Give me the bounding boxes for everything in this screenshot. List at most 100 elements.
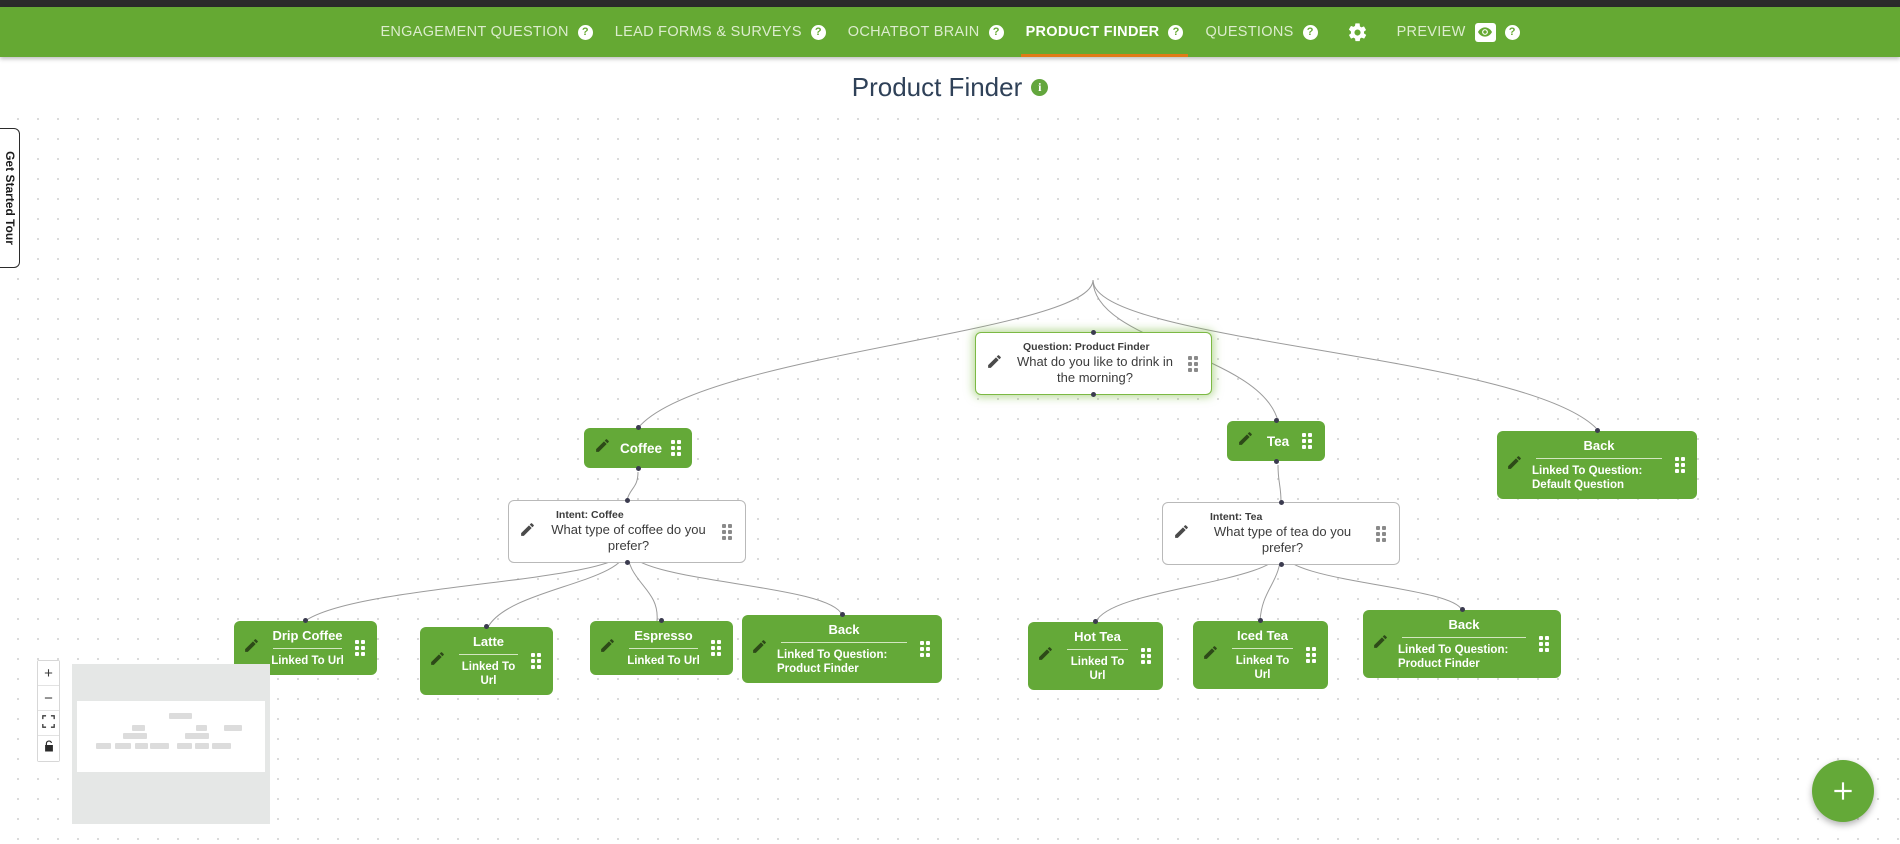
node-subtitle: Linked To Url xyxy=(1070,656,1125,682)
drag-handle-icon[interactable] xyxy=(1188,355,1201,372)
drag-handle-icon[interactable] xyxy=(920,641,933,657)
zoom-out-button[interactable]: − xyxy=(38,686,59,711)
eye-icon[interactable] xyxy=(1474,22,1496,42)
help-icon[interactable]: ? xyxy=(577,24,593,40)
drag-handle-icon[interactable] xyxy=(1539,636,1552,652)
minimap-node xyxy=(196,725,207,731)
edit-pencil-icon[interactable] xyxy=(429,650,446,672)
node-port-top xyxy=(1091,330,1096,335)
fit-to-screen-icon xyxy=(42,714,55,732)
divider xyxy=(459,654,518,655)
node-iced-tea[interactable]: Iced Tea Linked To Url xyxy=(1193,618,1328,689)
node-latte[interactable]: Latte Linked To Url xyxy=(420,624,553,695)
zoom-in-button[interactable]: + xyxy=(38,661,59,686)
node-kicker: Intent: Coffee xyxy=(556,509,624,521)
divider xyxy=(629,648,698,649)
edit-pencil-icon[interactable] xyxy=(986,353,1003,375)
edit-pencil-icon[interactable] xyxy=(1372,633,1389,655)
edit-pencil-icon[interactable] xyxy=(519,521,536,543)
edit-pencil-icon[interactable] xyxy=(243,637,260,659)
node-port-top xyxy=(1459,607,1465,612)
drag-handle-icon[interactable] xyxy=(1141,648,1154,664)
tab-label: PRODUCT FINDER xyxy=(1025,24,1160,40)
node-question-product-finder[interactable]: Question: Product Finder What do you lik… xyxy=(975,330,1212,397)
edit-pencil-icon[interactable] xyxy=(599,637,616,659)
minimap-viewport[interactable] xyxy=(77,701,265,772)
help-icon[interactable]: ? xyxy=(988,24,1004,40)
minimap-node xyxy=(177,743,192,749)
node-answer-coffee[interactable]: Coffee xyxy=(584,425,692,471)
drag-handle-icon[interactable] xyxy=(722,523,735,540)
node-title: Back xyxy=(1448,617,1480,632)
lock-icon xyxy=(43,740,55,757)
edit-pencil-icon[interactable] xyxy=(1202,644,1219,666)
node-port-top xyxy=(624,498,630,503)
drag-handle-icon[interactable] xyxy=(671,440,684,456)
node-back-default-question[interactable]: Back Linked To Question: Default Questio… xyxy=(1497,428,1697,499)
node-port-top xyxy=(1594,428,1600,433)
preview-label: PREVIEW xyxy=(1396,24,1466,40)
help-icon[interactable]: ? xyxy=(810,24,826,40)
tab-engagement-question[interactable]: ENGAGEMENT QUESTION ? xyxy=(369,7,603,57)
divider xyxy=(1232,648,1293,649)
minimap-node xyxy=(115,743,131,749)
node-body: Coffee xyxy=(620,441,662,456)
drag-handle-icon[interactable] xyxy=(1376,525,1389,542)
edit-pencil-icon[interactable] xyxy=(594,437,611,459)
node-espresso[interactable]: Espresso Linked To Url xyxy=(590,618,733,675)
node-back-product-finder-tea[interactable]: Back Linked To Question: Product Finder xyxy=(1363,607,1561,678)
edit-pencil-icon[interactable] xyxy=(1237,430,1254,452)
drag-handle-icon[interactable] xyxy=(355,640,368,656)
add-node-button[interactable] xyxy=(1812,760,1874,822)
get-started-tour-tab[interactable]: Get Started Tour xyxy=(0,128,20,268)
drag-handle-icon[interactable] xyxy=(1302,433,1315,449)
drag-handle-icon[interactable] xyxy=(711,640,724,656)
node-intent-coffee[interactable]: Intent: Coffee What type of coffee do yo… xyxy=(508,498,746,565)
edit-pencil-icon[interactable] xyxy=(751,638,768,660)
node-kicker: Question: Product Finder xyxy=(1023,341,1150,353)
node-answer-tea[interactable]: Tea xyxy=(1227,418,1325,464)
tab-product-finder[interactable]: PRODUCT FINDER ? xyxy=(1015,7,1195,57)
node-body: Back Linked To Question: Default Questio… xyxy=(1532,438,1666,492)
node-body: Back Linked To Question: Product Finder xyxy=(1398,617,1530,671)
preview-button[interactable]: PREVIEW ? xyxy=(1386,7,1531,57)
window-top-strip xyxy=(0,0,1900,7)
node-subtitle: Linked To Url xyxy=(627,655,700,667)
help-icon[interactable]: ? xyxy=(1302,24,1318,40)
node-port-top xyxy=(635,425,641,430)
minimap-node xyxy=(224,725,242,731)
node-hot-tea[interactable]: Hot Tea Linked To Url xyxy=(1028,619,1163,690)
settings-button[interactable] xyxy=(1329,22,1386,43)
node-body: Question: Product Finder What do you lik… xyxy=(1011,341,1179,386)
node-port-bottom xyxy=(1278,562,1284,567)
node-body: Hot Tea Linked To Url xyxy=(1063,629,1132,683)
drag-handle-icon[interactable] xyxy=(531,653,544,669)
node-port-top xyxy=(1093,619,1098,624)
help-icon[interactable]: ? xyxy=(1168,24,1184,40)
edit-pencil-icon[interactable] xyxy=(1506,454,1523,476)
canvas-minimap[interactable] xyxy=(72,664,270,824)
node-port-top xyxy=(484,624,489,629)
node-body: Drip Coffee Linked To Url xyxy=(269,628,346,668)
flow-canvas[interactable]: Question: Product Finder What do you lik… xyxy=(0,103,1900,844)
minimap-node xyxy=(195,743,209,749)
node-text: What do you like to drink in the morning… xyxy=(1016,354,1174,385)
edit-pencil-icon[interactable] xyxy=(1173,523,1190,545)
tab-ochatbot-brain[interactable]: OCHATBOT BRAIN ? xyxy=(837,7,1015,57)
lock-canvas-button[interactable] xyxy=(38,736,59,761)
tab-label: OCHATBOT BRAIN xyxy=(847,24,980,40)
node-back-product-finder-coffee[interactable]: Back Linked To Question: Product Finder xyxy=(742,612,942,683)
edit-pencil-icon[interactable] xyxy=(1037,645,1054,667)
node-title: Back xyxy=(1583,438,1615,453)
fit-to-screen-button[interactable] xyxy=(38,711,59,736)
drag-handle-icon[interactable] xyxy=(1675,457,1688,473)
minimap-node xyxy=(169,713,192,719)
tab-lead-forms-surveys[interactable]: LEAD FORMS & SURVEYS ? xyxy=(604,7,837,57)
node-intent-tea[interactable]: Intent: Tea What type of tea do you pref… xyxy=(1162,500,1400,567)
help-icon[interactable]: ? xyxy=(1504,24,1520,40)
node-kicker: Intent: Tea xyxy=(1210,511,1263,523)
info-icon[interactable]: i xyxy=(1031,79,1049,96)
tab-questions[interactable]: QUESTIONS ? xyxy=(1194,7,1328,57)
drag-handle-icon[interactable] xyxy=(1306,647,1319,663)
node-title: Espresso xyxy=(634,628,693,643)
